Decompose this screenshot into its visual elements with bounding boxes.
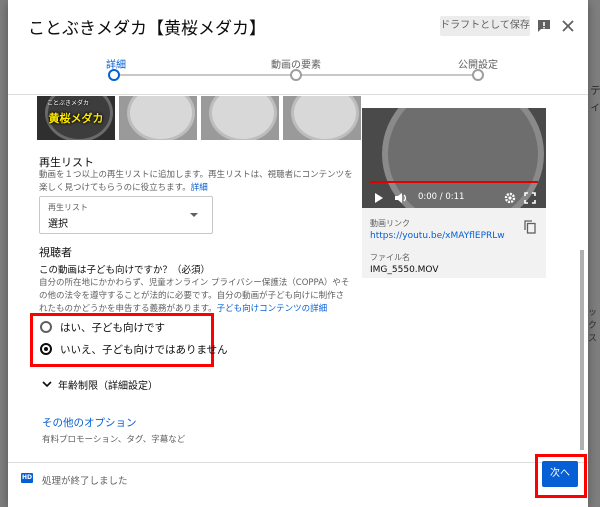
video-progress-bar[interactable]	[370, 181, 538, 183]
stepper-line	[120, 74, 484, 76]
video-preview-panel: 0:00 / 0:11 動画リンク https://youtu.be/xMAYf…	[362, 108, 546, 278]
upload-stepper: 詳細 動画の要素 公開設定	[8, 52, 588, 94]
age-restriction-label: 年齢制限（詳細設定）	[58, 381, 158, 392]
upload-details-dialog: ことぶきメダカ【黄桜メダカ】 ドラフトとして保存 詳細 動画の要素 公開設定 こ…	[8, 0, 588, 507]
thumbnail-custom[interactable]: ことぶきメダカ 黄桜メダカ	[37, 96, 115, 140]
save-draft-button[interactable]: ドラフトとして保存	[440, 16, 530, 36]
thumbnail-auto-1[interactable]	[119, 96, 197, 140]
settings-gear-icon[interactable]	[504, 192, 516, 204]
dialog-scrollbar[interactable]	[580, 250, 584, 450]
close-icon[interactable]	[560, 18, 576, 34]
backdrop-text-right-top: ティ	[590, 84, 600, 113]
volume-icon[interactable]	[394, 192, 408, 204]
step-visibility-dot[interactable]	[472, 69, 484, 81]
chevron-down-icon	[42, 381, 52, 388]
playlist-description: 動画を１つ以上の再生リストに追加します。再生リストは、視聴者にコンテンツを楽しく…	[39, 170, 353, 193]
playlist-select[interactable]: 再生リスト 選択	[39, 196, 213, 234]
playlist-details-link[interactable]: 詳細	[191, 183, 208, 193]
audience-title: 視聴者	[39, 246, 72, 259]
footer-divider	[8, 462, 588, 463]
thumbnail-small-text: ことぶきメダカ	[47, 100, 90, 107]
feedback-icon[interactable]	[536, 18, 552, 34]
radio-made-for-kids-label: はい、子ども向けです	[60, 322, 165, 334]
playlist-select-caption: 再生リスト	[48, 203, 88, 212]
step-video-elements-dot[interactable]	[290, 69, 302, 81]
radio-not-made-for-kids-circle[interactable]	[40, 343, 52, 355]
audience-question: この動画は子ども向けですか？（必須）	[39, 265, 211, 276]
more-options-description: 有料プロモーション、タグ、字幕など	[42, 435, 186, 445]
thumbnail-auto-2[interactable]	[201, 96, 279, 140]
radio-made-for-kids-circle[interactable]	[40, 321, 52, 333]
play-icon[interactable]	[374, 192, 384, 204]
video-link[interactable]: https://youtu.be/xMAYflEPRLw	[370, 231, 505, 241]
dropdown-arrow-icon	[190, 213, 198, 217]
playlist-title: 再生リスト	[39, 156, 94, 169]
dialog-title: ことぶきメダカ【黄桜メダカ】	[28, 19, 266, 39]
radio-made-for-kids[interactable]: はい、子ども向けです	[40, 318, 200, 340]
video-player[interactable]: 0:00 / 0:11	[362, 108, 546, 208]
thumbnail-auto-3[interactable]	[283, 96, 361, 140]
video-link-caption: 動画リンク	[370, 219, 410, 228]
playlist-select-value: 選択	[48, 219, 68, 230]
thumbnail-overlay-text: 黄桜メダカ	[48, 112, 104, 125]
kids-content-details-link[interactable]: 子ども向けコンテンツの詳細	[217, 304, 328, 314]
more-options-link[interactable]: その他のオプション	[42, 415, 137, 430]
radio-not-made-for-kids-label: いいえ、子ども向けではありません	[60, 344, 228, 356]
dialog-header: ことぶきメダカ【黄桜メダカ】 ドラフトとして保存	[8, 0, 588, 52]
copy-icon[interactable]	[524, 220, 536, 234]
age-restriction-toggle[interactable]: 年齢制限（詳細設定）	[42, 376, 202, 392]
file-name-caption: ファイル名	[370, 253, 410, 262]
next-button[interactable]: 次へ	[542, 461, 578, 487]
file-name-value: IMG_5550.MOV	[370, 265, 439, 275]
step-details-dot[interactable]	[108, 69, 120, 81]
header-divider	[8, 94, 588, 95]
video-time: 0:00 / 0:11	[418, 192, 465, 202]
radio-not-made-for-kids[interactable]: いいえ、子ども向けではありません	[40, 340, 228, 362]
backdrop-text-right-mid: ックス	[588, 308, 598, 344]
hd-badge-icon: HD	[21, 473, 33, 483]
processing-status: 処理が終了しました	[42, 476, 128, 487]
audience-description: 自分の所在地にかかわらず、児童オンライン プライバシー保護法（COPPA）やその…	[39, 278, 350, 314]
fullscreen-icon[interactable]	[524, 192, 536, 204]
